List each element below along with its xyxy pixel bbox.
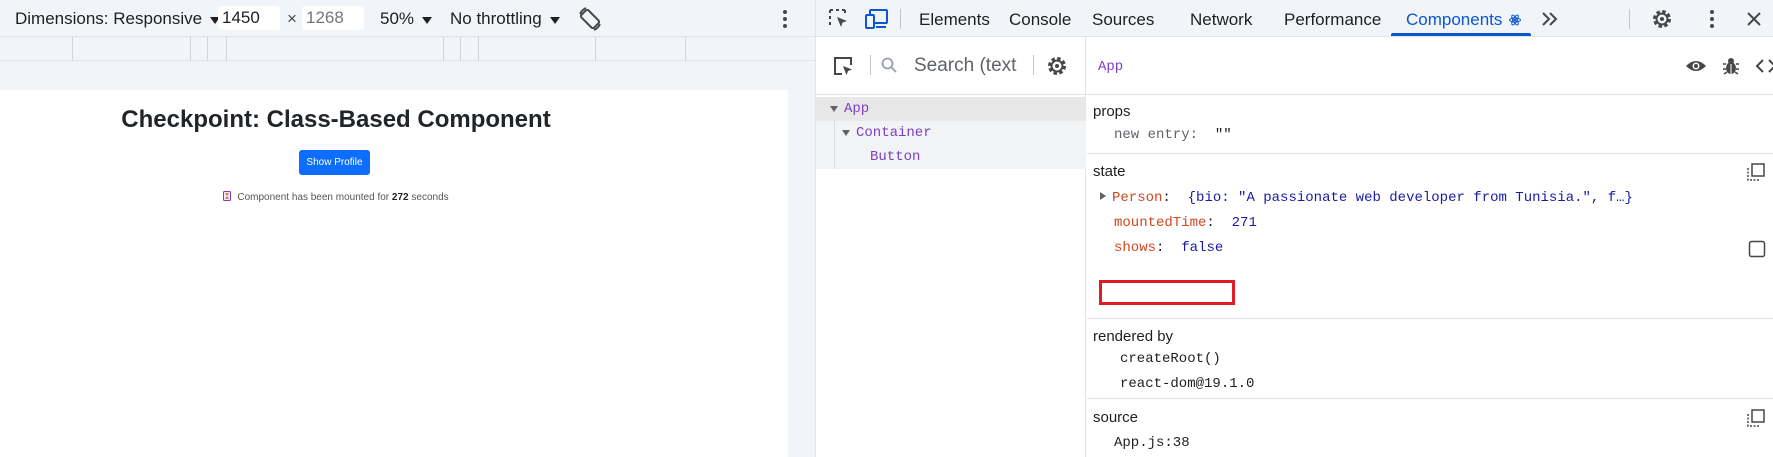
state-key-mountedtime: mountedTime	[1114, 215, 1207, 231]
inspector-pane: App props new entry: "" state Person: {b…	[1087, 37, 1773, 457]
timer-icon	[223, 191, 232, 201]
viewport-gutter	[788, 90, 815, 457]
bug-icon[interactable]	[1720, 55, 1742, 77]
devtools-tabbar: Elements Console Sources Network Perform…	[816, 0, 1773, 37]
tree-item-app[interactable]: App	[816, 97, 1086, 121]
height-input[interactable]	[302, 6, 364, 30]
ruler-spacer	[0, 61, 815, 90]
expand-triangle-icon[interactable]	[842, 130, 850, 136]
inspected-component-header: App	[1087, 37, 1773, 95]
device-toggle-icon[interactable]	[864, 7, 888, 31]
copy-icon[interactable]	[1747, 163, 1765, 181]
tree-item-label: Button	[870, 149, 921, 165]
state-value-person: {bio: "A passionate web developer from T…	[1187, 190, 1633, 206]
component-tree-pane: App Container Button	[816, 37, 1086, 457]
props-section: props new entry: ""	[1087, 96, 1773, 154]
tree-item-button[interactable]: Button	[816, 145, 1086, 169]
dimensions-dropdown[interactable]: Dimensions: Responsive	[15, 9, 221, 29]
prop-row[interactable]: new entry: ""	[1114, 127, 1232, 143]
chevron-down-icon	[549, 16, 560, 24]
eye-icon[interactable]	[1685, 55, 1707, 77]
settings-gear-icon[interactable]	[1045, 54, 1069, 78]
device-emulation-area: Dimensions: Responsive × 50% No throttli…	[0, 0, 815, 457]
dimensions-label: Dimensions: Responsive	[15, 9, 203, 28]
view-source-icon[interactable]	[1755, 55, 1773, 77]
rendered-by-item: react-dom@19.1.0	[1120, 376, 1255, 392]
source-location[interactable]: App.js:38	[1114, 435, 1190, 451]
page-title: Checkpoint: Class-Based Component	[121, 106, 551, 133]
state-title: state	[1093, 163, 1126, 180]
times-sign: ×	[287, 9, 297, 28]
shows-checkbox[interactable]	[1748, 240, 1766, 258]
state-key-person: Person	[1112, 190, 1163, 206]
rendered-by-item: createRoot()	[1120, 351, 1221, 367]
zoom-dropdown[interactable]: 50%	[380, 9, 433, 29]
devtools-panel: Elements Console Sources Network Perform…	[816, 0, 1773, 457]
tree-item-label: App	[844, 101, 870, 117]
tree-item-label: Container	[856, 125, 932, 141]
throttling-dropdown[interactable]: No throttling	[450, 9, 560, 29]
tab-console[interactable]: Console	[1009, 10, 1071, 30]
emulated-viewport: Checkpoint: Class-Based Component Show P…	[0, 90, 788, 457]
mounted-suffix: seconds	[411, 192, 449, 203]
prop-key: new entry	[1114, 127, 1190, 143]
inspect-element-icon[interactable]	[827, 7, 851, 31]
source-title: source	[1093, 409, 1139, 426]
expand-triangle-icon[interactable]	[830, 106, 838, 112]
media-query-ruler	[0, 37, 815, 61]
source-section: source App.js:38	[1087, 400, 1773, 457]
tab-components-label: Components	[1406, 10, 1503, 29]
state-row-shows[interactable]: shows: false	[1114, 240, 1223, 256]
props-title: props	[1093, 103, 1131, 120]
inspected-component-name: App	[1098, 59, 1124, 75]
tree-search-bar	[816, 37, 1086, 95]
mounted-status: Component has been mounted for 272 secon…	[0, 191, 672, 203]
more-options-icon[interactable]	[1704, 7, 1720, 31]
more-tabs-icon[interactable]	[1540, 9, 1564, 33]
chevron-down-icon	[422, 16, 433, 24]
state-row-person[interactable]: Person: {bio: "A passionate web develope…	[1100, 190, 1633, 206]
state-value-mountedtime[interactable]: 271	[1232, 215, 1257, 231]
tab-elements[interactable]: Elements	[919, 10, 990, 30]
state-row-mountedtime[interactable]: mountedTime: 271	[1114, 215, 1257, 231]
state-key-shows: shows	[1114, 240, 1157, 256]
throttling-label: No throttling	[450, 9, 542, 28]
state-value-shows[interactable]: false	[1181, 240, 1223, 256]
tab-components[interactable]: Components	[1406, 10, 1522, 31]
rotate-icon[interactable]	[576, 5, 604, 33]
zoom-label: 50%	[380, 9, 415, 28]
prop-value[interactable]: ""	[1215, 127, 1232, 143]
rendered-by-section: rendered by createRoot() react-dom@19.1.…	[1087, 320, 1773, 399]
close-icon[interactable]	[1742, 7, 1766, 31]
mounted-seconds: 272	[391, 192, 409, 203]
select-component-icon[interactable]	[831, 54, 855, 78]
expand-triangle-icon[interactable]	[1100, 192, 1106, 200]
mounted-prefix: Component has been mounted for	[237, 192, 390, 203]
device-toolbar: Dimensions: Responsive × 50% No throttli…	[0, 0, 815, 37]
rendered-by-title: rendered by	[1093, 328, 1174, 345]
search-input[interactable]	[914, 54, 1024, 78]
tab-network[interactable]: Network	[1190, 10, 1252, 30]
more-options-icon[interactable]	[777, 7, 793, 31]
react-icon	[1509, 11, 1522, 31]
settings-gear-icon[interactable]	[1650, 7, 1674, 31]
width-input[interactable]	[218, 6, 280, 30]
active-tab-indicator	[1391, 33, 1531, 36]
copy-icon[interactable]	[1747, 409, 1765, 427]
tab-sources[interactable]: Sources	[1092, 10, 1154, 30]
show-profile-button[interactable]: Show Profile	[299, 150, 370, 175]
search-icon	[880, 56, 904, 80]
tab-performance[interactable]: Performance	[1284, 10, 1381, 30]
highlight-box	[1099, 280, 1235, 305]
tree-item-container[interactable]: Container	[816, 121, 1086, 169]
